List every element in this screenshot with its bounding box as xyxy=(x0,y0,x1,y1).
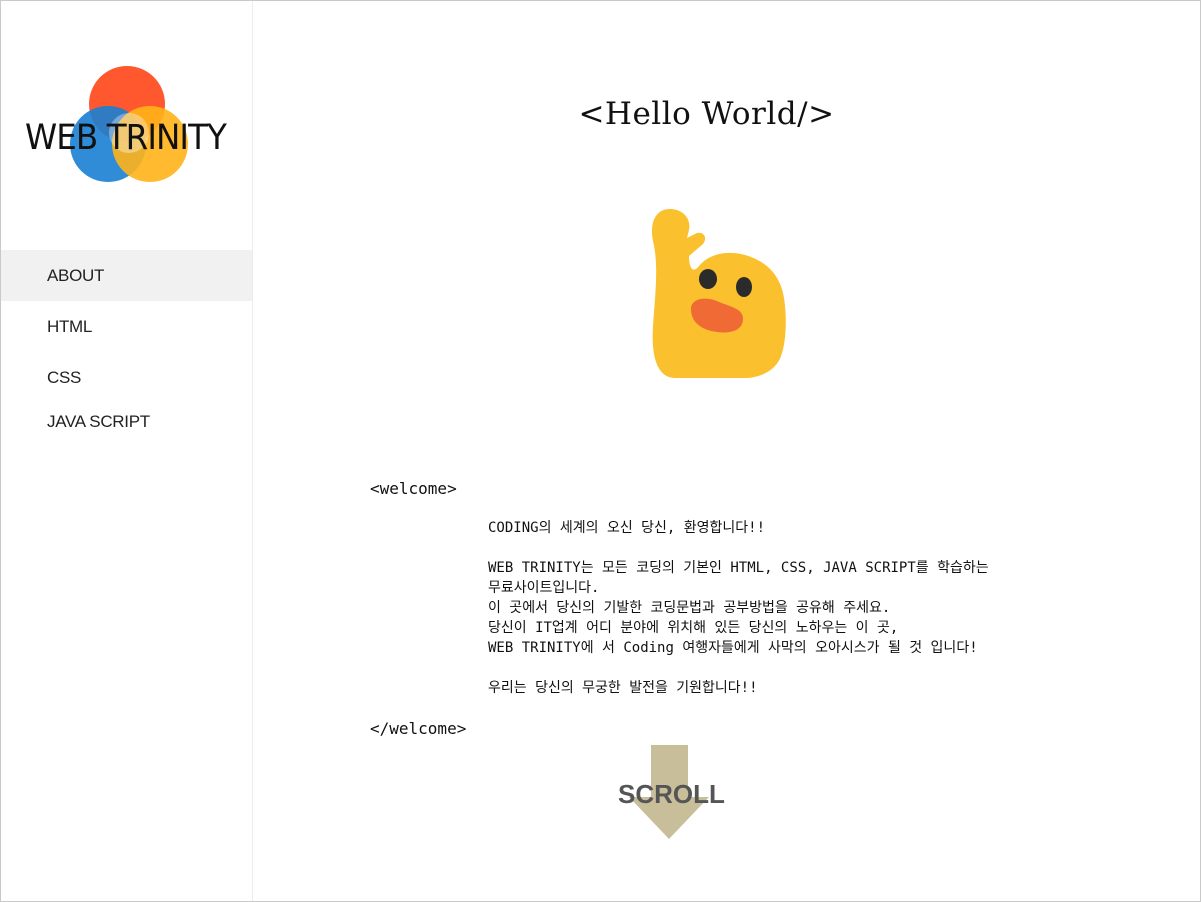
sidebar-item-css[interactable]: CSS xyxy=(1,352,252,403)
welcome-open-tag: <welcome> xyxy=(370,479,457,498)
scroll-button[interactable]: SCROLL xyxy=(618,745,725,841)
sidebar: WEB TRINITY ABOUT HTML CSS JAVA SCRIPT xyxy=(1,1,253,901)
waving-blob-icon xyxy=(645,206,795,390)
welcome-line: WEB TRINITY에 서 Coding 여행자들에게 사막의 오아시스가 될… xyxy=(488,640,978,656)
welcome-code-block: <welcome> CODING의 세계의 오신 당신, 환영합니다!! ​ WEB… xyxy=(370,478,989,740)
logo-text: WEB TRINITY xyxy=(25,118,227,158)
welcome-line: CODING의 세계의 오신 당신, 환영합니다!! xyxy=(488,520,766,536)
welcome-line: ​ xyxy=(488,538,989,558)
scroll-label: SCROLL xyxy=(618,779,725,809)
welcome-line: ​ xyxy=(488,658,989,678)
sidebar-item-html[interactable]: HTML xyxy=(1,301,252,352)
welcome-line: 이 곳에서 당신의 기발한 코딩문법과 공부방법을 공유해 주세요. xyxy=(488,600,891,616)
welcome-line: 무료사이트입니다. xyxy=(488,580,600,596)
main-content: <Hello World/> <welcome> CODING의 세계의 오신 … xyxy=(253,1,1200,901)
logo[interactable]: WEB TRINITY xyxy=(23,61,228,191)
page-frame: WEB TRINITY ABOUT HTML CSS JAVA SCRIPT <… xyxy=(0,0,1201,902)
welcome-line: WEB TRINITY는 모든 코딩의 기본인 HTML, CSS, JAVA … xyxy=(488,560,989,576)
sidebar-item-javascript[interactable]: JAVA SCRIPT xyxy=(1,399,252,444)
welcome-line: 우리는 당신의 무궁한 발전을 기원합니다!! xyxy=(488,680,758,696)
page-title: <Hello World/> xyxy=(578,96,835,132)
welcome-close-tag: </welcome> xyxy=(370,719,467,738)
sidebar-nav: ABOUT HTML CSS JAVA SCRIPT xyxy=(1,250,252,444)
sidebar-item-about[interactable]: ABOUT xyxy=(1,250,252,301)
welcome-line: 당신이 IT업계 어디 분야에 위치해 있든 당신의 노하우는 이 곳, xyxy=(488,620,899,636)
welcome-message: CODING의 세계의 오신 당신, 환영합니다!! ​ WEB TRINITY는 … xyxy=(488,518,989,698)
